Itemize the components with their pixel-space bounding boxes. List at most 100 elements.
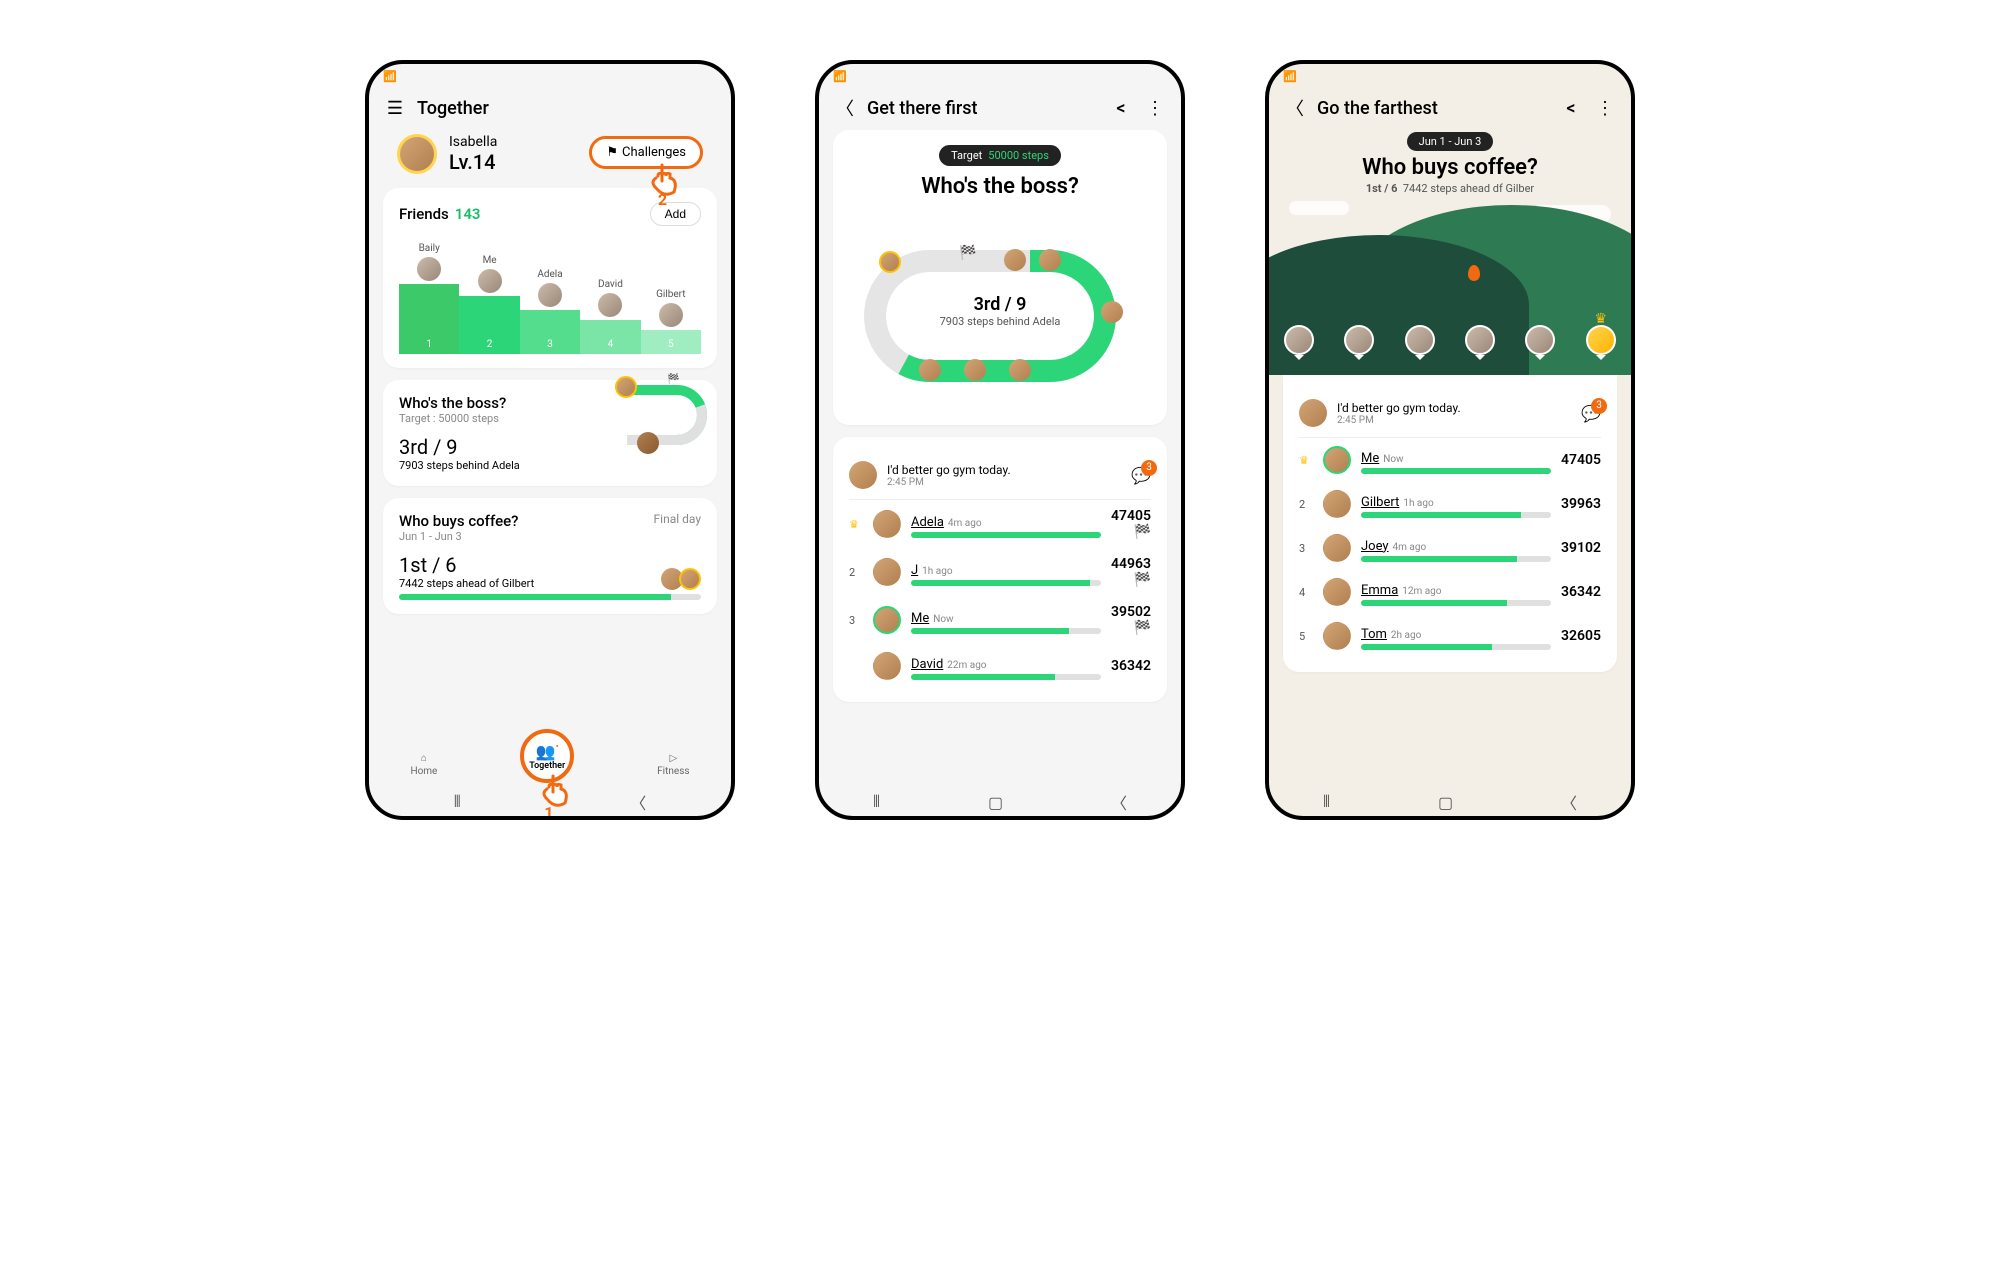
rank-avatar: [873, 652, 901, 680]
appbar-title: Go the farthest: [1317, 98, 1438, 119]
racer-avatar: [879, 251, 901, 273]
back-icon[interactable]: 〈: [833, 96, 857, 120]
leaderboard-card[interactable]: I'd better go gym today. 2:45 PM 💬3 ♛ Ad…: [833, 437, 1167, 702]
rank-avatar: [1323, 534, 1351, 562]
bottom-nav: ⌂ Home 👥• Together 1 ▷ Fitness: [369, 740, 731, 790]
rank-avatar: [873, 606, 901, 634]
ranking-row[interactable]: 3 Me Now 39502 🏁: [849, 596, 1151, 644]
system-nav: ⦀ ▢ 〈: [819, 790, 1181, 814]
racer-avatar: [1101, 301, 1123, 323]
scroll-content[interactable]: Jun 1 - Jun 3 Who buys coffee? 1st / 6 7…: [1269, 130, 1631, 794]
ranking-row[interactable]: 5 Tom 2h ago 32605: [1299, 614, 1601, 658]
challenge-card-coffee[interactable]: Final day Who buys coffee? Jun 1 - Jun 3…: [383, 498, 717, 614]
racer-avatar: [1004, 249, 1026, 271]
scroll-content[interactable]: Isabella Lv.14 ⚑ Challenges 2 Friends 14…: [369, 130, 731, 768]
back-icon[interactable]: 〈: [1561, 790, 1577, 814]
nav-together[interactable]: 👥• Together 1: [520, 747, 574, 783]
target-pill: Target 50000 steps: [939, 145, 1061, 166]
rank-detail: 7442 steps ahead df Gilber: [1403, 182, 1534, 195]
challenge-detail-card: Target 50000 steps Who's the boss? 🏁: [833, 130, 1167, 425]
system-nav: ⦀ ▢ 〈: [1269, 790, 1631, 814]
racer-avatar: [1009, 359, 1031, 381]
rank-avatar: [873, 558, 901, 586]
msg-avatar: [849, 461, 877, 489]
chat-icon[interactable]: 💬3: [1131, 466, 1151, 485]
flag-icon: ⚑: [606, 145, 618, 160]
phone-together: 📶 ☰ Together Isabella Lv.14 ⚑ Challenges…: [365, 60, 735, 820]
leaderboard-bar: Baily1: [399, 243, 459, 354]
status-bar: 📶: [819, 64, 1181, 86]
rank-text: 3rd / 9: [940, 294, 1061, 315]
fitness-icon: ▷: [669, 753, 677, 764]
rank-avatar: [1323, 622, 1351, 650]
recents-icon[interactable]: ⦀: [454, 792, 461, 812]
recents-icon[interactable]: ⦀: [873, 792, 880, 812]
challenge-big-title: Who buys coffee?: [1283, 155, 1617, 180]
leaderboard-bar: Me2: [459, 255, 519, 354]
menu-icon[interactable]: ☰: [383, 96, 407, 120]
ranking-row[interactable]: 4 Emma 12m ago 36342: [1299, 570, 1601, 614]
friends-card[interactable]: Friends 143 Add Baily1Me2Adela3David4Gil…: [383, 188, 717, 368]
participant-avatar: [679, 568, 701, 590]
ranking-row[interactable]: 3 Joey 4m ago 39102: [1299, 526, 1601, 570]
more-icon[interactable]: ⋮: [1593, 96, 1617, 120]
rank-line: 1st / 6: [1366, 182, 1398, 195]
ranking-list: ♛ Me Now 47405 2 Gilbert 1h ago 39963: [1299, 438, 1601, 658]
nav-home[interactable]: ⌂ Home: [410, 753, 437, 777]
wifi-icon: 📶: [1283, 70, 1297, 83]
status-bar: 📶: [1269, 64, 1631, 86]
latest-message[interactable]: I'd better go gym today. 2:45 PM 💬3: [1299, 389, 1601, 438]
wifi-icon: 📶: [833, 70, 847, 83]
msg-text: I'd better go gym today.: [1337, 401, 1461, 415]
status-bar: 📶: [369, 64, 731, 86]
ranking-row[interactable]: 2 Gilbert 1h ago 39963: [1299, 482, 1601, 526]
home-icon[interactable]: ▢: [1438, 793, 1453, 812]
ranking-row[interactable]: ♛ Adela 4m ago 47405 🏁: [849, 500, 1151, 548]
racer-avatar: [1039, 249, 1061, 271]
leaderboard-bar: Adela3: [520, 269, 580, 354]
system-nav: ⦀ 〈: [369, 790, 731, 814]
friends-leaderboard: Baily1Me2Adela3David4Gilbert5: [399, 234, 701, 354]
user-avatar[interactable]: [397, 134, 437, 174]
leaderboard-card[interactable]: I'd better go gym today. 2:45 PM 💬3 ♛ Me…: [1283, 375, 1617, 672]
back-icon[interactable]: 〈: [1283, 96, 1307, 120]
appbar: 〈 Get there first < ⋮: [819, 86, 1181, 130]
date-pill: Jun 1 - Jun 3: [1407, 132, 1494, 151]
back-icon[interactable]: 〈: [1111, 790, 1127, 814]
balloon-icon: [1468, 265, 1480, 281]
phone-go-farthest: 📶 〈 Go the farthest < ⋮ Jun 1 - Jun 3 Wh…: [1265, 60, 1635, 820]
ranking-row[interactable]: David 22m ago 36342: [849, 644, 1151, 688]
recents-icon[interactable]: ⦀: [1323, 792, 1330, 812]
home-icon[interactable]: ▢: [988, 793, 1003, 812]
participants-pins: ♛: [1269, 325, 1631, 365]
together-icon: 👥•: [536, 742, 559, 761]
rank-avatar: [873, 510, 901, 538]
challenge-dates: Jun 1 - Jun 3: [399, 530, 701, 543]
chat-icon[interactable]: 💬3: [1581, 404, 1601, 423]
challenge-big-title: Who's the boss?: [849, 174, 1151, 199]
challenge-rank: 1st / 6: [399, 553, 651, 577]
ranking-row[interactable]: ♛ Me Now 47405: [1299, 438, 1601, 482]
share-icon[interactable]: <: [1109, 96, 1133, 120]
latest-message[interactable]: I'd better go gym today. 2:45 PM 💬3: [849, 451, 1151, 500]
phone-get-there-first: 📶 〈 Get there first < ⋮ Target 50000 ste…: [815, 60, 1185, 820]
appbar: ☰ Together: [369, 86, 731, 130]
share-icon[interactable]: <: [1559, 96, 1583, 120]
challenge-detail: 7442 steps ahead of Gilbert: [399, 577, 651, 590]
rank-avatar: [1323, 578, 1351, 606]
back-icon[interactable]: 〈: [630, 790, 646, 814]
nav-fitness[interactable]: ▷ Fitness: [657, 753, 689, 777]
challenge-detail: 7903 steps behind Adela: [399, 459, 701, 472]
rank-detail: 7903 steps behind Adela: [940, 315, 1061, 328]
profile-header: Isabella Lv.14 ⚑ Challenges 2: [383, 130, 717, 188]
ranking-list: ♛ Adela 4m ago 47405 🏁 2 J 1h ago 44963 …: [849, 500, 1151, 688]
challenge-card-boss[interactable]: Who's the boss? Target : 50000 steps 3rd…: [383, 380, 717, 486]
challenges-button[interactable]: ⚑ Challenges: [589, 136, 703, 169]
ranking-row[interactable]: 2 J 1h ago 44963 🏁: [849, 548, 1151, 596]
scroll-content[interactable]: Target 50000 steps Who's the boss? 🏁: [819, 130, 1181, 794]
msg-text: I'd better go gym today.: [887, 463, 1011, 477]
racer-avatar: [964, 359, 986, 381]
more-icon[interactable]: ⋮: [1143, 96, 1167, 120]
msg-time: 2:45 PM: [887, 477, 1121, 488]
rank-avatar: [1323, 446, 1351, 474]
